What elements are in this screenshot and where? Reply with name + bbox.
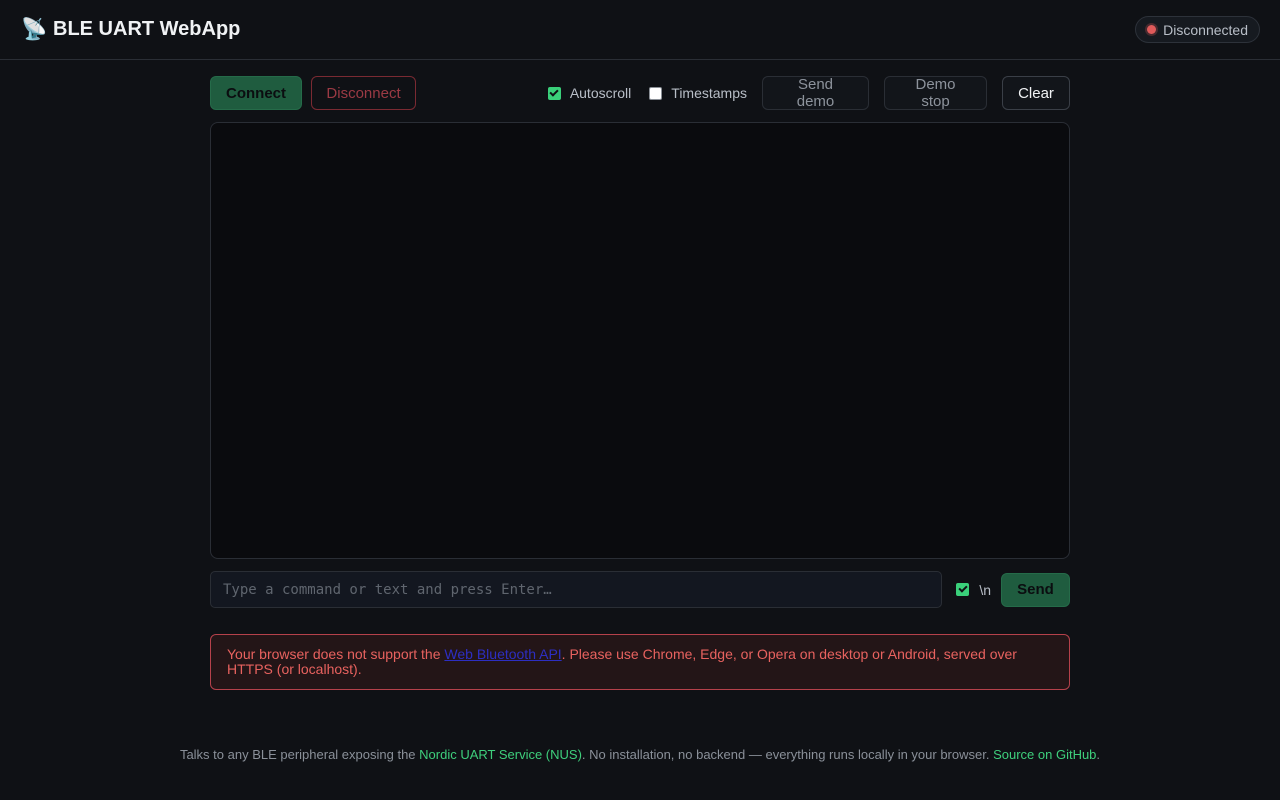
app-title: BLE UART WebApp <box>53 18 241 40</box>
satellite-antenna-icon: 📡 <box>21 18 48 41</box>
command-input[interactable] <box>210 571 943 608</box>
timestamps-toggle[interactable]: Timestamps <box>649 85 747 101</box>
footer: Talks to any BLE peripheral exposing the… <box>0 747 1280 762</box>
alert-text-before: Your browser does not support the <box>227 646 445 662</box>
newline-checkbox[interactable] <box>956 583 970 596</box>
footer-text-before: Talks to any BLE peripheral exposing the <box>179 747 420 762</box>
github-link[interactable]: Source on GitHub <box>993 747 1096 762</box>
browser-support-alert: Your browser does not support the Web Bl… <box>210 634 1070 690</box>
timestamps-checkbox[interactable] <box>649 86 663 100</box>
toolbar: Connect Disconnect Autoscroll Timestamps… <box>210 76 1070 110</box>
connect-button[interactable]: Connect <box>210 76 302 110</box>
autoscroll-toggle[interactable]: Autoscroll <box>547 85 632 101</box>
clear-button[interactable]: Clear <box>1002 76 1070 110</box>
web-bluetooth-api-link[interactable]: Web Bluetooth API <box>444 646 561 662</box>
send-demo-button[interactable]: Send demo <box>762 76 869 110</box>
connection-status-badge: Disconnected <box>1135 16 1260 43</box>
newline-label: \n <box>979 581 991 598</box>
timestamps-label: Timestamps <box>671 85 747 101</box>
brand: 📡 BLE UART WebApp <box>21 18 240 41</box>
send-button[interactable]: Send <box>1001 572 1070 607</box>
footer-text-middle: . No installation, no backend — everythi… <box>581 747 994 762</box>
nus-link[interactable]: Nordic UART Service (NUS) <box>419 747 582 762</box>
newline-toggle[interactable]: \n <box>956 582 991 598</box>
autoscroll-checkbox[interactable] <box>547 86 561 100</box>
connection-status-label: Disconnected <box>1163 21 1248 38</box>
demo-stop-button[interactable]: Demo stop <box>884 76 987 110</box>
autoscroll-label: Autoscroll <box>569 85 632 101</box>
console-output[interactable] <box>210 122 1070 559</box>
disconnect-button[interactable]: Disconnect <box>311 76 416 110</box>
status-dot-icon <box>1147 25 1157 34</box>
send-row: \n Send <box>210 571 1070 608</box>
footer-text-after: . <box>1096 747 1101 762</box>
app-header: 📡 BLE UART WebApp Disconnected <box>0 0 1280 60</box>
